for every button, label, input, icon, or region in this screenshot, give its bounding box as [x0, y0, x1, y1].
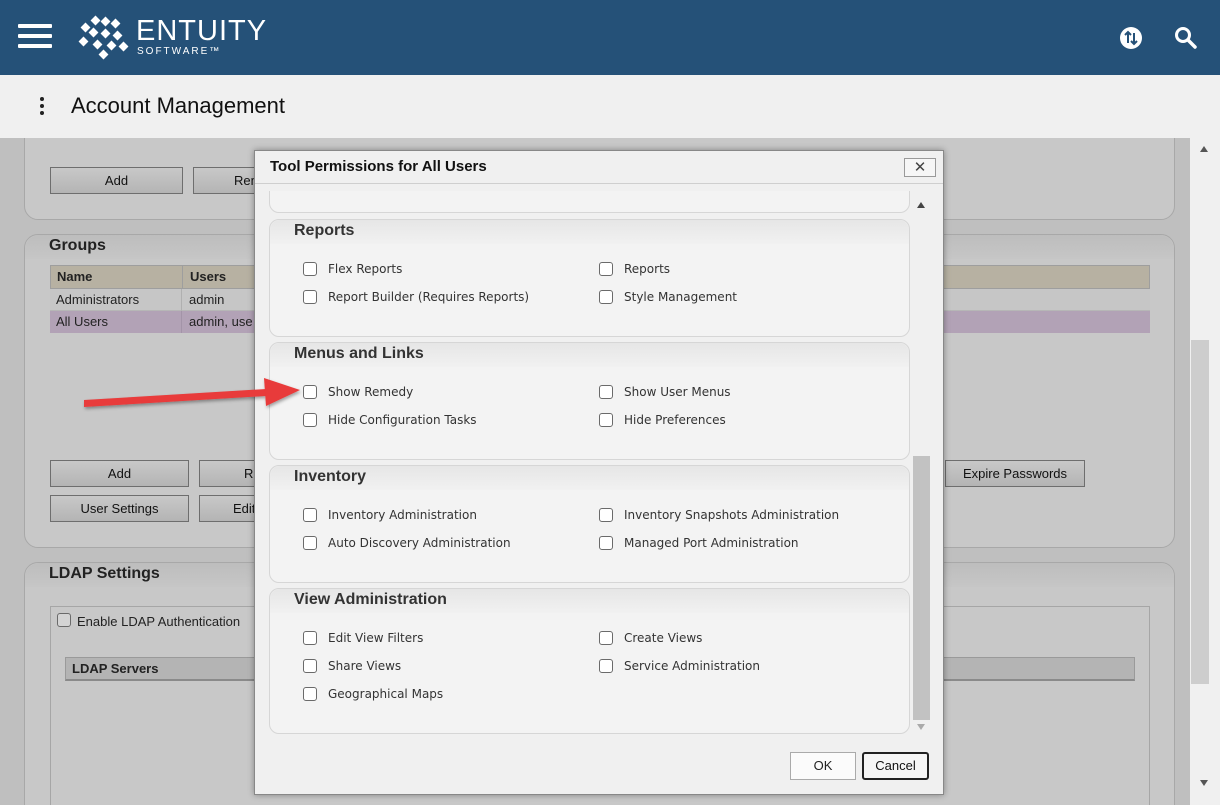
top-bar: ENTUITY SOFTWARE™: [0, 0, 1220, 75]
checkbox[interactable]: [303, 262, 317, 276]
checkbox[interactable]: [303, 413, 317, 427]
checkbox[interactable]: [599, 413, 613, 427]
scrollbar-thumb[interactable]: [913, 456, 930, 720]
section-reports: Reports Flex Reports Reports Report Buil…: [269, 219, 910, 337]
checkbox[interactable]: [599, 262, 613, 276]
expire-passwords-button[interactable]: Expire Passwords: [945, 460, 1085, 487]
column-name[interactable]: Name: [51, 266, 183, 288]
checkbox[interactable]: [599, 536, 613, 550]
enable-ldap-checkbox[interactable]: [57, 613, 71, 627]
section-title: Menus and Links: [294, 345, 424, 362]
scroll-up-icon[interactable]: [917, 202, 925, 208]
section-title: View Administration: [294, 591, 447, 608]
page-scrollbar[interactable]: [1190, 138, 1220, 805]
close-icon[interactable]: ✕: [904, 158, 936, 177]
groups-add-button[interactable]: Add: [50, 460, 189, 487]
section-title: Inventory: [294, 468, 367, 485]
brand-name: ENTUITY: [136, 15, 268, 47]
section-previous: [269, 191, 910, 213]
checkbox[interactable]: [599, 659, 613, 673]
section-inventory: Inventory Inventory Administration Inven…: [269, 465, 910, 583]
enable-ldap-label: Enable LDAP Authentication: [77, 614, 241, 629]
brand-subtitle: SOFTWARE™: [137, 46, 222, 57]
checkbox[interactable]: [303, 536, 317, 550]
section-title: Reports: [294, 222, 355, 239]
users-add-button[interactable]: Add: [50, 167, 183, 194]
checkbox[interactable]: [599, 385, 613, 399]
checkbox[interactable]: [303, 290, 317, 304]
groups-remove-button[interactable]: R: [199, 460, 259, 487]
users-remove-button[interactable]: Rem: [193, 167, 263, 194]
sync-icon[interactable]: [1119, 26, 1143, 50]
page-header: Account Management: [0, 75, 1220, 138]
dialog-scrollbar[interactable]: [913, 191, 931, 734]
tool-permissions-dialog: Tool Permissions for All Users ✕ Reports…: [254, 150, 944, 795]
permissions-list: Reports Flex Reports Reports Report Buil…: [269, 191, 912, 734]
dialog-title: Tool Permissions for All Users: [270, 158, 487, 175]
ldap-title: LDAP Settings: [49, 565, 160, 582]
annotation-arrow-icon: [84, 378, 300, 407]
checkbox[interactable]: [303, 659, 317, 673]
checkbox[interactable]: [599, 508, 613, 522]
checkbox[interactable]: [303, 631, 317, 645]
checkbox[interactable]: [303, 687, 317, 701]
checkbox[interactable]: [599, 631, 613, 645]
kebab-menu-icon[interactable]: [40, 97, 46, 117]
entuity-logo: [78, 15, 129, 60]
search-icon[interactable]: [1174, 26, 1198, 50]
scroll-down-icon[interactable]: [1200, 780, 1208, 786]
page-title: Account Management: [71, 93, 286, 118]
ok-button[interactable]: OK: [790, 752, 856, 780]
scroll-down-icon[interactable]: [917, 724, 925, 730]
scrollbar-thumb[interactable]: [1191, 340, 1209, 684]
scroll-up-icon[interactable]: [1200, 146, 1208, 152]
section-view-administration: View Administration Edit View Filters Cr…: [269, 588, 910, 734]
cancel-button[interactable]: Cancel: [862, 752, 929, 780]
groups-edit-button[interactable]: Edit: [199, 495, 259, 522]
checkbox[interactable]: [599, 290, 613, 304]
section-menus-and-links: Menus and Links Show Remedy Show User Me…: [269, 342, 910, 460]
user-settings-button[interactable]: User Settings: [50, 495, 189, 522]
groups-title: Groups: [49, 237, 106, 254]
menu-icon[interactable]: [18, 24, 52, 48]
checkbox[interactable]: [303, 508, 317, 522]
